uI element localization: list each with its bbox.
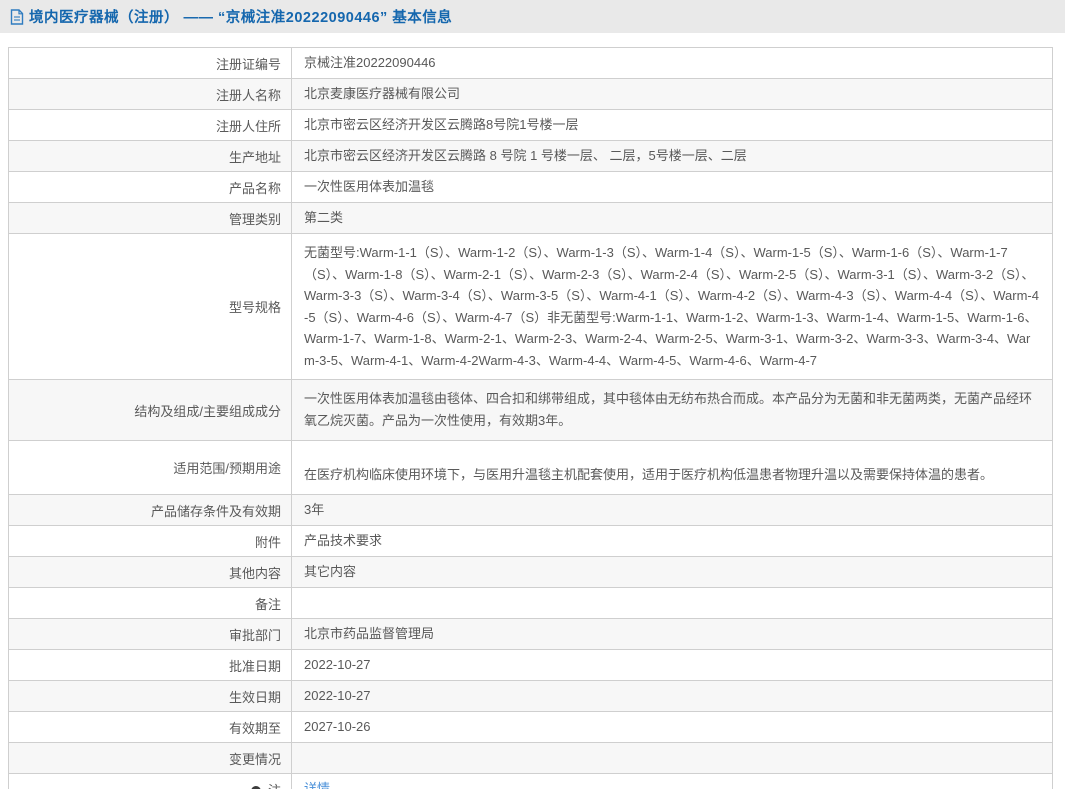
row-label-text: 生效日期	[229, 690, 281, 705]
row-value: 其它内容	[292, 557, 1053, 588]
row-value-text: 3年	[304, 502, 324, 517]
row-label: 注册人名称	[9, 79, 292, 110]
row-value-text: 2022-10-27	[304, 657, 371, 672]
row-value-text: 其它内容	[304, 564, 356, 579]
table-row: 注册证编号 京械注准20222090446	[9, 48, 1053, 79]
row-value: 产品技术要求	[292, 526, 1053, 557]
table-row: 附件 产品技术要求	[9, 526, 1053, 557]
row-label: 注册人住所	[9, 110, 292, 141]
page-header: 境内医疗器械（注册） —— “京械注准20222090446” 基本信息	[0, 0, 1065, 33]
table-row: 型号规格 无菌型号:Warm-1-1（S）、Warm-1-2（S）、Warm-1…	[9, 234, 1053, 380]
row-value: 2027-10-26	[292, 712, 1053, 743]
row-value-text: 北京市密云区经济开发区云腾路 8 号院 1 号楼一层、 二层，5号楼一层、二层	[304, 148, 747, 163]
table-row: 备注	[9, 588, 1053, 619]
table-row: 批准日期 2022-10-27	[9, 650, 1053, 681]
row-label-text: 批准日期	[229, 659, 281, 674]
row-value-text: 一次性医用体表加温毯由毯体、四合扣和绑带组成，其中毯体由无纺布热合而成。本产品分…	[304, 391, 1032, 428]
table-row: 结构及组成/主要组成成分 一次性医用体表加温毯由毯体、四合扣和绑带组成，其中毯体…	[9, 380, 1053, 441]
row-label-text: 管理类别	[229, 212, 281, 227]
row-label: 注	[9, 774, 292, 789]
note-icon	[251, 786, 261, 789]
row-label: 变更情况	[9, 743, 292, 774]
row-value-text: 2027-10-26	[304, 719, 371, 734]
row-label-text: 备注	[255, 597, 281, 612]
row-value-text: 京械注准20222090446	[304, 55, 436, 70]
row-value: 北京市药品监督管理局	[292, 619, 1053, 650]
table-row: 产品名称 一次性医用体表加温毯	[9, 172, 1053, 203]
row-value: 北京市密云区经济开发区云腾路 8 号院 1 号楼一层、 二层，5号楼一层、二层	[292, 141, 1053, 172]
row-value: 详情	[292, 774, 1053, 789]
table-row: 变更情况	[9, 743, 1053, 774]
row-label-text: 附件	[255, 535, 281, 550]
row-value-text: 2022-10-27	[304, 688, 371, 703]
row-label: 生产地址	[9, 141, 292, 172]
row-value: 在医疗机构临床使用环境下，与医用升温毯主机配套使用，适用于医疗机构低温患者物理升…	[292, 441, 1053, 495]
table-row: 生产地址 北京市密云区经济开发区云腾路 8 号院 1 号楼一层、 二层，5号楼一…	[9, 141, 1053, 172]
row-label: 管理类别	[9, 203, 292, 234]
row-label-text: 适用范围/预期用途	[173, 461, 281, 476]
row-value: 北京市密云区经济开发区云腾路8号院1号楼一层	[292, 110, 1053, 141]
row-value: 北京麦康医疗器械有限公司	[292, 79, 1053, 110]
row-label: 适用范围/预期用途	[9, 441, 292, 495]
row-label-text: 结构及组成/主要组成成分	[134, 404, 281, 419]
table-row: 注 详情	[9, 774, 1053, 789]
row-label-text: 注册证编号	[216, 57, 281, 72]
row-label-text: 注	[268, 783, 281, 789]
row-label: 结构及组成/主要组成成分	[9, 380, 292, 441]
row-label-text: 其他内容	[229, 566, 281, 581]
row-value: 2022-10-27	[292, 650, 1053, 681]
document-icon	[10, 9, 24, 25]
row-value: 京械注准20222090446	[292, 48, 1053, 79]
registration-table-body: 注册证编号 京械注准20222090446 注册人名称 北京麦康医疗器械有限公司…	[9, 48, 1053, 789]
row-value: 第二类	[292, 203, 1053, 234]
details-link[interactable]: 详情	[304, 781, 330, 789]
row-value-text: 一次性医用体表加温毯	[304, 179, 434, 194]
row-label-text: 产品储存条件及有效期	[151, 504, 281, 519]
row-label: 其他内容	[9, 557, 292, 588]
table-row: 注册人住所 北京市密云区经济开发区云腾路8号院1号楼一层	[9, 110, 1053, 141]
row-label-text: 产品名称	[229, 181, 281, 196]
row-label-text: 审批部门	[229, 628, 281, 643]
table-row: 审批部门 北京市药品监督管理局	[9, 619, 1053, 650]
table-row: 有效期至 2027-10-26	[9, 712, 1053, 743]
row-label-text: 变更情况	[229, 752, 281, 767]
table-row: 生效日期 2022-10-27	[9, 681, 1053, 712]
row-value-text: 北京市密云区经济开发区云腾路8号院1号楼一层	[304, 117, 578, 132]
row-value-text: 在医疗机构临床使用环境下，与医用升温毯主机配套使用，适用于医疗机构低温患者物理升…	[304, 467, 993, 482]
row-value: 一次性医用体表加温毯	[292, 172, 1053, 203]
row-label: 产品储存条件及有效期	[9, 495, 292, 526]
page-title: 境内医疗器械（注册） —— “京械注准20222090446” 基本信息	[29, 6, 452, 27]
table-row: 其他内容 其它内容	[9, 557, 1053, 588]
row-value	[292, 588, 1053, 619]
table-row: 适用范围/预期用途 在医疗机构临床使用环境下，与医用升温毯主机配套使用，适用于医…	[9, 441, 1053, 495]
table-row: 产品储存条件及有效期 3年	[9, 495, 1053, 526]
row-label-text: 有效期至	[229, 721, 281, 736]
row-label-text: 生产地址	[229, 150, 281, 165]
table-row: 管理类别 第二类	[9, 203, 1053, 234]
row-label: 注册证编号	[9, 48, 292, 79]
row-value: 无菌型号:Warm-1-1（S）、Warm-1-2（S）、Warm-1-3（S）…	[292, 234, 1053, 380]
row-label: 有效期至	[9, 712, 292, 743]
row-label: 附件	[9, 526, 292, 557]
row-label-text: 型号规格	[229, 300, 281, 315]
row-label: 型号规格	[9, 234, 292, 380]
row-value-text: 第二类	[304, 210, 343, 225]
row-label: 审批部门	[9, 619, 292, 650]
registration-info-table: 注册证编号 京械注准20222090446 注册人名称 北京麦康医疗器械有限公司…	[8, 47, 1053, 789]
row-label: 产品名称	[9, 172, 292, 203]
row-label-text: 注册人名称	[216, 88, 281, 103]
row-value: 一次性医用体表加温毯由毯体、四合扣和绑带组成，其中毯体由无纺布热合而成。本产品分…	[292, 380, 1053, 441]
row-value-text: 北京市药品监督管理局	[304, 626, 434, 641]
row-value-text: 北京麦康医疗器械有限公司	[304, 86, 460, 101]
row-value: 3年	[292, 495, 1053, 526]
row-value: 2022-10-27	[292, 681, 1053, 712]
row-label: 批准日期	[9, 650, 292, 681]
row-value-text: 无菌型号:Warm-1-1（S）、Warm-1-2（S）、Warm-1-3（S）…	[304, 245, 1039, 368]
table-row: 注册人名称 北京麦康医疗器械有限公司	[9, 79, 1053, 110]
row-label: 生效日期	[9, 681, 292, 712]
row-label-text: 注册人住所	[216, 119, 281, 134]
row-label: 备注	[9, 588, 292, 619]
row-value-text: 产品技术要求	[304, 533, 382, 548]
row-value	[292, 743, 1053, 774]
